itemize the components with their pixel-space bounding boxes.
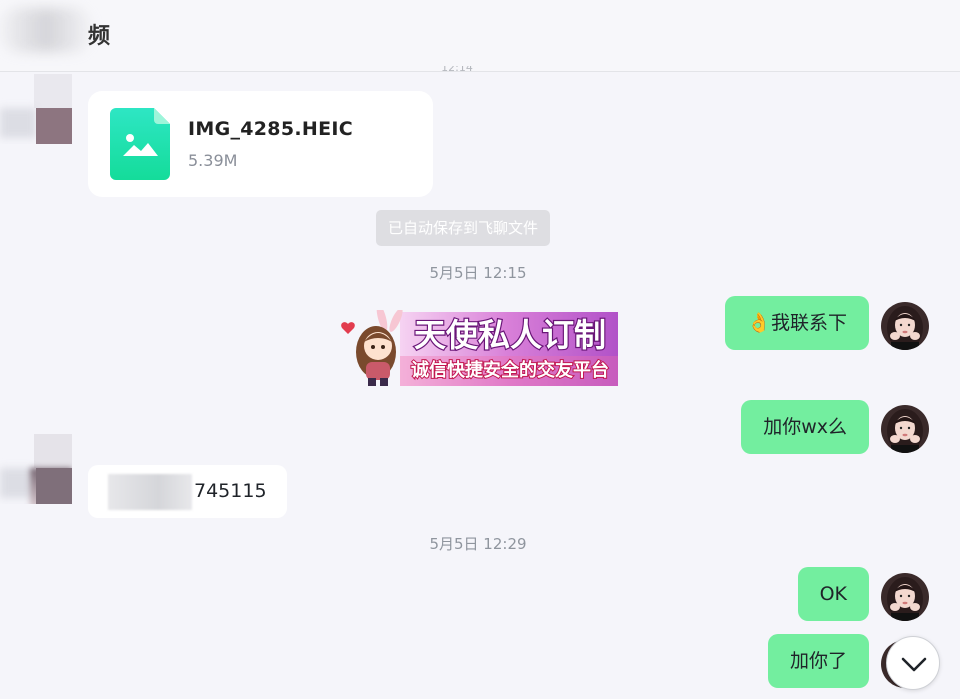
sticker-image[interactable]: 天使私人订制 诚信快捷安全的交友平台 (338, 304, 618, 388)
clipped-timestamp: 12:14 (441, 66, 473, 74)
chat-title: 频 (88, 24, 111, 49)
incoming-message[interactable]: 745115 (88, 465, 287, 518)
file-message[interactable]: IMG_4285.HEIC 5.39M (88, 91, 433, 197)
outgoing-message[interactable]: 加你了 (767, 634, 869, 688)
message-text: 745115 (194, 480, 267, 502)
timestamp: 5月5日 12:15 (429, 264, 527, 282)
sticker-subtitle: 诚信快捷安全的交友平台 (411, 359, 609, 380)
contact-avatar[interactable] (0, 72, 72, 144)
my-avatar[interactable] (881, 405, 929, 453)
my-avatar[interactable] (881, 302, 929, 350)
chevron-down-icon (901, 657, 927, 672)
auto-save-notice: 已自动保存到飞聊文件 (376, 210, 551, 246)
timestamp: 5月5日 12:29 (429, 535, 527, 553)
file-size: 5.39M (188, 151, 238, 170)
outgoing-message[interactable]: 加你wx么 (741, 400, 869, 454)
my-avatar[interactable] (881, 573, 929, 621)
contact-avatar[interactable] (0, 432, 72, 504)
sticker-title: 天使私人订制 (414, 317, 606, 353)
chat-header: 频 (0, 0, 960, 72)
scroll-to-bottom-button[interactable] (886, 636, 940, 690)
file-name: IMG_4285.HEIC (188, 118, 353, 140)
redacted-contact-name (0, 8, 92, 52)
redacted-text (108, 473, 192, 510)
outgoing-message[interactable]: OK (797, 567, 869, 621)
outgoing-message[interactable]: 👌我联系下 (725, 296, 869, 350)
image-file-icon (110, 108, 170, 180)
